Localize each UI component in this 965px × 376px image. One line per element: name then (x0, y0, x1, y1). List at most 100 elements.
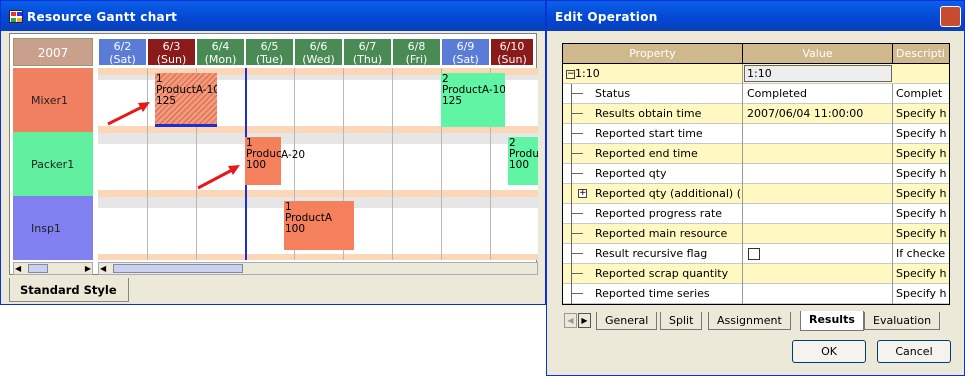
property-description: Specify h (896, 127, 947, 140)
root-value[interactable]: 1:10 (744, 65, 892, 82)
property-value[interactable] (744, 224, 893, 244)
tree-line-icon (571, 213, 583, 214)
resource-insp1[interactable]: Insp1 (13, 196, 93, 260)
property-name: Reported start time (595, 124, 743, 144)
property-description: Specify h (896, 167, 947, 180)
tab-general[interactable]: General (596, 312, 658, 330)
property-grid[interactable]: Property Value Descripti −1:10 1:10 Stat… (562, 43, 950, 305)
dialog-titlebar[interactable]: Edit Operation (547, 1, 964, 31)
day-date: 6/6 (309, 40, 328, 53)
tab-scroll-left-icon[interactable]: ◀ (564, 313, 577, 328)
day-header: 6/5 (Tue) (245, 38, 294, 66)
property-row[interactable]: Result recursive flag If checke (563, 244, 949, 264)
property-row[interactable]: Reported time series Specify h (563, 284, 949, 304)
property-value[interactable] (744, 184, 893, 204)
tree-line-icon (571, 273, 583, 274)
property-row[interactable]: Reported qty Specify h (563, 164, 949, 184)
property-value[interactable] (744, 284, 893, 304)
expand-icon[interactable]: + (578, 189, 587, 198)
resource-mixer1[interactable]: Mixer1 (13, 68, 93, 132)
tree-line-icon (571, 204, 572, 224)
tree-line-icon (571, 224, 572, 244)
checkbox-icon[interactable] (748, 248, 760, 260)
tree-line-icon (571, 93, 583, 94)
day-weekday: (Sat) (452, 53, 479, 66)
property-value[interactable] (744, 124, 893, 144)
property-name: Results obtain time (595, 104, 743, 124)
property-row[interactable]: Status Completed Complet (563, 84, 949, 104)
grid-scrollbar[interactable]: ◀ (98, 262, 538, 275)
property-name: Reported qty (595, 164, 743, 184)
property-row[interactable]: + Reported qty (additional) (Specify h (563, 184, 949, 204)
tree-line-icon (571, 293, 583, 294)
property-value[interactable] (744, 164, 893, 184)
day-date: 6/7 (358, 40, 377, 53)
header-description[interactable]: Descripti (893, 44, 949, 64)
property-row[interactable]: Reported start time Specify h (563, 124, 949, 144)
day-weekday: (Sat) (109, 53, 136, 66)
header-property[interactable]: Property (563, 44, 743, 64)
property-value[interactable]: 2007/06/04 11:00:00 (744, 104, 893, 124)
day-date: 6/9 (456, 40, 475, 53)
gantt-grid[interactable]: 1 ProductA-10 125 2 ProductA-10 125 1 Pr… (98, 68, 538, 260)
tree-line-icon (571, 144, 572, 164)
property-name: Reported main resource (595, 224, 743, 244)
day-header: 6/7 (Thu) (343, 38, 392, 66)
property-row[interactable]: Reported progress rate Specify h (563, 204, 949, 224)
property-row[interactable]: Reported scrap quantity Specify h (563, 264, 949, 284)
root-label-text: 1:10 (575, 67, 600, 80)
left-scrollbar[interactable]: ◀ ▶ (13, 262, 93, 275)
tab-assignment[interactable]: Assignment (708, 312, 791, 330)
scroll-thumb[interactable] (28, 264, 48, 273)
style-tab[interactable]: Standard Style (9, 278, 129, 302)
property-value[interactable] (744, 204, 893, 224)
property-value[interactable]: Completed (744, 84, 893, 104)
property-value[interactable] (744, 244, 893, 264)
property-row[interactable]: Reported main resource Specify h (563, 224, 949, 244)
day-weekday: (Fri) (405, 53, 428, 66)
property-value[interactable] (744, 144, 893, 164)
close-icon[interactable] (940, 6, 961, 27)
gantt-window: Resource Gantt chart 2007 6/2 (Sat) 6/3 (Su… (0, 0, 546, 305)
tab-split[interactable]: Split (660, 312, 703, 330)
dialog-tabs: ◀ ▶ General Split Assignment Results Eva… (562, 311, 950, 331)
edit-operation-dialog: Edit Operation Property Value Descripti … (546, 0, 965, 376)
day-weekday: (Mon) (204, 53, 237, 66)
day-header: 6/10 (Sun) (490, 38, 534, 66)
property-name: Reported end time (595, 144, 743, 164)
scroll-right-icon[interactable]: ▶ (85, 264, 91, 273)
collapse-icon[interactable]: − (566, 69, 575, 79)
scroll-left-icon[interactable]: ◀ (100, 264, 106, 273)
tree-line-icon (571, 264, 572, 284)
gantt-titlebar[interactable]: Resource Gantt chart (1, 1, 545, 31)
resource-packer1[interactable]: Packer1 (13, 132, 93, 196)
day-date: 6/8 (407, 40, 426, 53)
day-weekday: (Tue) (255, 53, 284, 66)
day-date: 6/5 (260, 40, 279, 53)
tab-results[interactable]: Results (800, 311, 864, 331)
root-row[interactable]: −1:10 1:10 (563, 64, 949, 84)
property-row[interactable]: Results obtain time 2007/06/04 11:00:00 Sp… (563, 104, 949, 124)
tree-line-icon (571, 253, 583, 254)
scroll-thumb[interactable] (113, 264, 243, 273)
day-header: 6/9 (Sat) (441, 38, 490, 66)
tree-line-icon (571, 173, 583, 174)
tab-scroll-right-icon[interactable]: ▶ (578, 313, 591, 328)
cancel-button[interactable]: Cancel (877, 340, 951, 363)
property-row[interactable]: Reported end time Specify h (563, 144, 949, 164)
property-description: If checke (896, 247, 946, 260)
property-description: Specify h (896, 187, 947, 200)
ok-button[interactable]: OK (792, 340, 866, 363)
day-header: 6/3 (Sun) (147, 38, 196, 66)
gantt-title: Resource Gantt chart (27, 10, 178, 24)
property-description: Specify h (896, 287, 947, 300)
tab-evaluation[interactable]: Evaluation (864, 312, 941, 330)
property-value[interactable] (744, 264, 893, 284)
day-date: 6/10 (499, 40, 525, 53)
resource-label: Mixer1 (31, 93, 69, 107)
scroll-left-icon[interactable]: ◀ (15, 264, 21, 273)
header-value[interactable]: Value (743, 44, 893, 64)
gantt-body: 2007 6/2 (Sat) 6/3 (Sun) 6/4 (Mon) 6/5 (Tue) 6/6… (9, 33, 538, 275)
property-description: Specify h (896, 207, 947, 220)
day-weekday: (Sun) (156, 53, 187, 66)
